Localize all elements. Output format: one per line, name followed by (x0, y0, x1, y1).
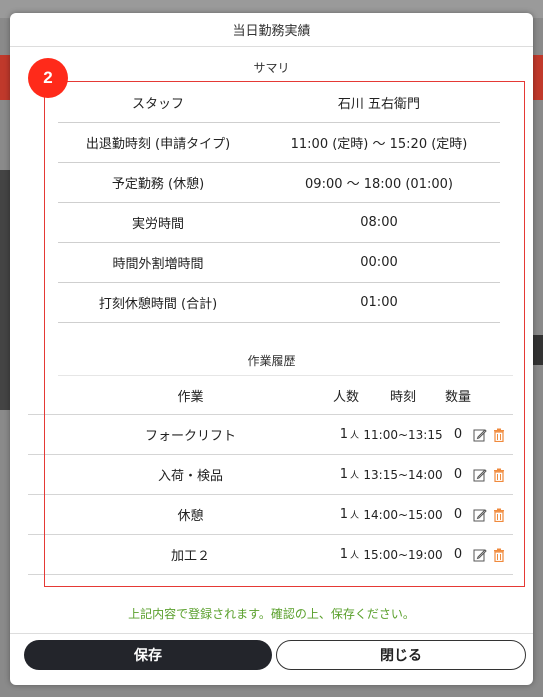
trash-icon[interactable] (493, 508, 505, 522)
summary-row-staff: スタッフ 石川 五右衛門 (58, 83, 500, 123)
summary-label: 予定勤務 (休憩) (111, 177, 205, 192)
summary-value: 11:00 (定時) 〜 15:20 (定時) (290, 137, 468, 152)
task-name: フォークリフト (144, 429, 236, 444)
background-dark-block (533, 335, 543, 365)
row-divider (28, 574, 58, 575)
summary-row-break: 打刻休憩時間 (合計) 01:00 (58, 283, 500, 323)
task-name: 加工２ (170, 549, 210, 564)
summary-row-overtime: 時間外割増時間 00:00 (58, 243, 500, 283)
trash-icon[interactable] (493, 548, 505, 562)
history-header-row: 作業 人数 時刻 数量 (58, 375, 513, 415)
row-divider (28, 454, 58, 455)
work-record-modal: 当日勤務実績 2 サマリ スタッフ 石川 五右衛門 出退勤時刻 (申請タイプ) … (10, 13, 533, 685)
modal-header: 当日勤務実績 (10, 13, 533, 47)
col-qty: 数量 (444, 389, 471, 405)
summary-value: 01:00 (360, 295, 398, 310)
close-button[interactable]: 閉じる (276, 640, 526, 670)
summary-row-clock: 出退勤時刻 (申請タイプ) 11:00 (定時) 〜 15:20 (定時) (58, 123, 500, 163)
people-count: 1人 (339, 427, 359, 442)
trash-icon[interactable] (493, 428, 505, 442)
task-name: 入荷・検品 (157, 469, 223, 484)
step-badge: 2 (28, 58, 68, 98)
time-range: 15:00~19:00 (363, 547, 443, 562)
trash-icon[interactable] (493, 468, 505, 482)
edit-icon[interactable] (473, 548, 487, 562)
summary-label: 時間外割増時間 (112, 257, 204, 272)
summary-row-scheduled: 予定勤務 (休憩) 09:00 〜 18:00 (01:00) (58, 163, 500, 203)
quantity: 0 (453, 467, 463, 482)
table-row: 休憩 1人 14:00~15:00 0 (58, 495, 513, 535)
summary-label: スタッフ (131, 97, 184, 112)
quantity: 0 (453, 427, 463, 442)
summary-label: 実労時間 (131, 217, 184, 232)
time-range: 14:00~15:00 (363, 507, 443, 522)
time-range: 11:00~13:15 (363, 427, 443, 442)
footer-divider (10, 633, 533, 634)
summary-title: サマリ (253, 61, 290, 75)
people-count: 1人 (339, 467, 359, 482)
people-count: 1人 (339, 507, 359, 522)
summary-value: 00:00 (360, 255, 398, 270)
people-count: 1人 (339, 547, 359, 562)
summary-value: 石川 五右衛門 (337, 97, 421, 112)
summary-value: 08:00 (360, 215, 398, 230)
modal-title: 当日勤務実績 (232, 24, 311, 39)
table-row: フォークリフト 1人 11:00~13:15 0 (58, 415, 513, 455)
col-time: 時刻 (389, 389, 416, 405)
quantity: 0 (453, 547, 463, 562)
history-table: 作業 人数 時刻 数量 フォークリフト 1人 11:00~13:15 0 入荷・… (58, 375, 513, 575)
background-red-block (533, 55, 543, 100)
edit-icon[interactable] (473, 428, 487, 442)
table-row: 加工２ 1人 15:00~19:00 0 (58, 535, 513, 575)
table-row: 入荷・検品 1人 13:15~14:00 0 (58, 455, 513, 495)
background-red-block (0, 55, 10, 100)
col-task: 作業 (177, 389, 204, 405)
edit-icon[interactable] (473, 468, 487, 482)
save-button[interactable]: 保存 (24, 640, 272, 670)
summary-table: スタッフ 石川 五右衛門 出退勤時刻 (申請タイプ) 11:00 (定時) 〜 … (58, 83, 500, 323)
col-people: 人数 (332, 389, 359, 405)
task-name: 休憩 (177, 509, 204, 524)
history-title: 作業履歴 (247, 354, 296, 368)
row-divider (28, 494, 58, 495)
summary-row-actual: 実労時間 08:00 (58, 203, 500, 243)
quantity: 0 (453, 507, 463, 522)
summary-value: 09:00 〜 18:00 (01:00) (305, 177, 453, 192)
time-range: 13:15~14:00 (363, 467, 443, 482)
summary-label: 打刻休憩時間 (合計) (98, 297, 218, 312)
edit-icon[interactable] (473, 508, 487, 522)
row-divider (28, 534, 58, 535)
row-divider (28, 414, 58, 415)
background-dark-block (0, 170, 10, 410)
confirmation-notice: 上記内容で登録されます。確認の上、保存ください。 (128, 607, 415, 621)
summary-label: 出退勤時刻 (申請タイプ) (85, 137, 231, 152)
